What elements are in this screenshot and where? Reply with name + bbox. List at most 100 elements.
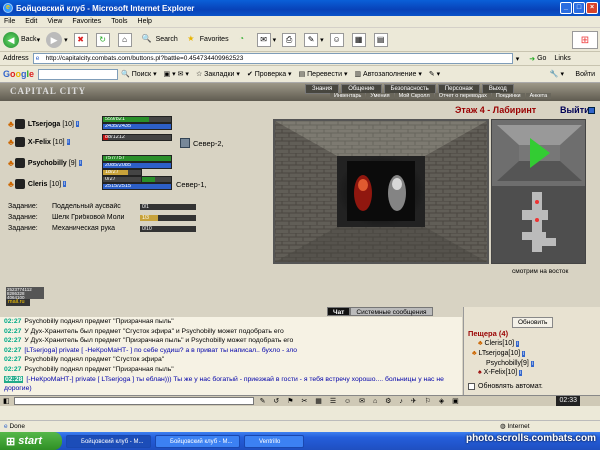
go-button[interactable]: Go	[537, 55, 546, 62]
party-member[interactable]: ♣ Psychobilly [9] i	[8, 158, 82, 168]
chat-input[interactable]	[13, 397, 254, 405]
party-member[interactable]: ♣ LTserjoga [10] i	[8, 119, 80, 129]
chat-text: [-НеКроМаНТ-] private [ LTserjoga ] ты е…	[4, 375, 444, 393]
go-arrow-icon[interactable]: ➜	[529, 55, 535, 63]
info-icon[interactable]: i	[76, 121, 80, 127]
nav-battles[interactable]: Поединки	[491, 93, 525, 99]
windows-flag-icon: ⊞	[580, 34, 590, 46]
google-icons[interactable]: ▣ ▾ ✉ ▾	[164, 70, 189, 78]
menu-edit[interactable]: Edit	[25, 18, 37, 25]
windows-logo: ⊞	[572, 31, 598, 49]
history-button[interactable]: ◔	[235, 33, 251, 47]
back-button[interactable]: ◀ Back ▾	[3, 31, 40, 48]
chat-time[interactable]: 02:27	[4, 347, 21, 354]
refresh-list-button[interactable]: Обновить	[512, 317, 554, 328]
research-button[interactable]: ▦	[351, 32, 368, 47]
info-icon: i	[519, 370, 523, 376]
taskbar-item-ventrillo[interactable]: Ventrillo	[244, 434, 304, 448]
nav-inventory[interactable]: Инвентарь	[330, 93, 366, 99]
address-input[interactable]: e http://capitalcity.combats.com/buttons.…	[32, 53, 513, 64]
globe-icon: ◍	[500, 423, 506, 430]
clan-emblem-icon: ♣	[8, 119, 14, 129]
home-button[interactable]: ⌂	[117, 32, 134, 47]
mail-button[interactable]: ✉ ▾	[256, 32, 276, 47]
history-icon: ◔	[239, 33, 244, 43]
refresh-icon: ↻	[95, 32, 110, 47]
auto-refresh-checkbox[interactable]	[468, 383, 475, 390]
tab-chat[interactable]: Чат	[327, 307, 351, 316]
menu-tools[interactable]: Tools	[111, 18, 127, 25]
start-button[interactable]: ⊞ start	[0, 432, 62, 450]
search-icon: 🔍	[141, 33, 152, 43]
taskbar-item-combats-2[interactable]: Бойцовский клуб - M...	[155, 434, 240, 448]
google-search-button[interactable]: 🔍 Поиск ▾	[121, 70, 157, 78]
bookmarks-button[interactable]: ☆ Закладки ▾	[196, 70, 240, 78]
wrench-icon[interactable]: 🔧 ▾	[550, 70, 564, 78]
member-cleris[interactable]: ♣ Cleris[10] i	[478, 340, 520, 347]
chat-toggle-icon[interactable]: ◧	[3, 397, 10, 405]
close-button[interactable]: ×	[586, 2, 598, 14]
party-member[interactable]: ♣ X-Felix [10] i	[8, 137, 70, 147]
party-member[interactable]: ♣ Cleris [10] i	[8, 179, 67, 189]
tab-system-messages[interactable]: Системные сообщения	[350, 307, 433, 316]
mail-counter-badge: mail.ru	[6, 299, 30, 306]
links-label[interactable]: Links	[554, 55, 570, 62]
task-progress-bar: 1/3	[140, 214, 196, 221]
address-dropdown-icon[interactable]: ▾	[516, 55, 520, 63]
chat-tools-icons[interactable]: ✎ ↺ ⚑ ✂ ▦ ☰ ☺ ✉ ⌂ ⚙ ♪ ✈ ⚐ ◈ ▣	[260, 397, 462, 405]
chat-line: 02:27 [LTserjoga] private [ -НеКроМаНТ- ]…	[0, 346, 462, 356]
check-button[interactable]: ✔ Проверка ▾	[247, 70, 292, 78]
info-icon[interactable]: i	[66, 139, 70, 145]
search-button[interactable]: 🔍 Search	[140, 33, 178, 47]
menu-help[interactable]: Help	[138, 18, 152, 25]
info-icon[interactable]: i	[78, 160, 82, 166]
chat-time[interactable]: 02:28	[4, 375, 24, 383]
pen-icon[interactable]: ✎ ▾	[429, 70, 440, 78]
refresh-button[interactable]: ↻	[95, 32, 112, 47]
ie-icon: e	[3, 3, 13, 13]
menu-view[interactable]: View	[47, 18, 62, 25]
task-progress-bar: 0/10	[140, 225, 196, 232]
messenger-button[interactable]: ☺	[329, 32, 346, 47]
favorites-button[interactable]: ★ Favorites	[184, 33, 228, 47]
location-title: Этаж 4 - Лабиринт	[455, 105, 537, 115]
chat-time[interactable]: 02:27	[4, 328, 21, 335]
forward-arrow-icon: ▶	[46, 31, 63, 48]
taskbar-item-combats-1[interactable]: Бойцовский клуб - M...	[66, 434, 151, 448]
player-level: [10]	[52, 138, 65, 146]
grid-icon: ▤	[373, 32, 388, 47]
chat-time[interactable]: 02:27	[4, 356, 21, 363]
dungeon-view[interactable]	[273, 119, 489, 264]
google-search-input[interactable]	[38, 68, 119, 80]
extra-button[interactable]: ▤	[373, 32, 390, 47]
edit-button[interactable]: ✎ ▾	[304, 32, 324, 47]
forward-button[interactable]: ▶ ▾	[46, 31, 68, 48]
player-level: [10]	[49, 180, 62, 188]
help-icon[interactable]	[588, 107, 595, 114]
member-xfelix[interactable]: ♠ X-Felix[10] i	[478, 369, 523, 376]
member-ltserjoga[interactable]: ♣ LTserjoga[10] i	[472, 350, 526, 357]
clan-icon: ♠	[478, 369, 482, 376]
print-button[interactable]: ⎙	[282, 32, 298, 47]
print-icon: ⎙	[282, 32, 297, 47]
translate-button[interactable]: ▤ Перевести ▾	[299, 70, 348, 78]
chat-time[interactable]: 02:27	[4, 337, 21, 344]
info-icon[interactable]: i	[63, 181, 67, 187]
autofill-button[interactable]: ▥ Автозаполнение ▾	[354, 70, 421, 78]
nav-profile[interactable]: Анкета	[525, 93, 552, 99]
menu-favorites[interactable]: Favorites	[72, 18, 101, 25]
member-psychobilly[interactable]: Psychobilly[9] i	[486, 360, 534, 367]
chat-time[interactable]: 02:27	[4, 318, 21, 325]
nav-scroll[interactable]: Мой Скролл	[394, 93, 434, 99]
nav-skills[interactable]: Умения	[366, 93, 394, 99]
stop-button[interactable]: ✖	[73, 32, 90, 47]
chat-time[interactable]: 02:27	[4, 366, 21, 373]
menu-file[interactable]: File	[4, 18, 15, 25]
login-link[interactable]: Войти	[575, 71, 595, 78]
minimize-button[interactable]: _	[560, 2, 572, 14]
nav-transfers[interactable]: Отчет о переводах	[434, 93, 491, 99]
exit-link[interactable]: Выйти	[560, 105, 590, 115]
minimap[interactable]	[491, 119, 586, 264]
player-level: [9]	[68, 159, 77, 167]
maximize-button[interactable]: □	[573, 2, 585, 14]
